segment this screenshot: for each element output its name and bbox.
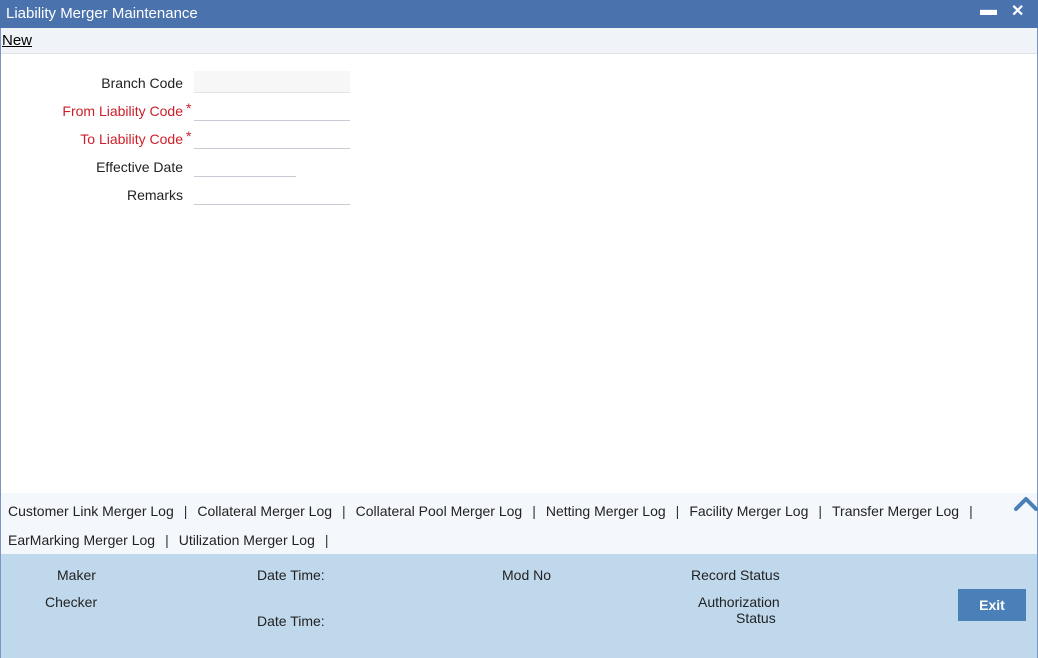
remarks-row: Remarks bbox=[0, 183, 183, 207]
tab-separator: | bbox=[675, 503, 680, 519]
tab-netting-merger-log[interactable]: Netting Merger Log bbox=[546, 503, 666, 519]
branch-code-field[interactable] bbox=[194, 71, 350, 93]
close-icon[interactable]: ✕ bbox=[1011, 1, 1024, 21]
checker-date-time-label: Date Time: bbox=[257, 613, 325, 629]
required-asterisk: * bbox=[186, 100, 192, 116]
branch-code-row: Branch Code bbox=[0, 71, 183, 95]
exit-button[interactable]: Exit bbox=[958, 589, 1026, 621]
tab-earmarking-merger-log[interactable]: EarMarking Merger Log bbox=[8, 532, 155, 548]
remarks-label: Remarks bbox=[126, 187, 183, 203]
tab-transfer-merger-log[interactable]: Transfer Merger Log bbox=[832, 503, 959, 519]
tab-collateral-pool-merger-log[interactable]: Collateral Pool Merger Log bbox=[356, 503, 523, 519]
record-status-label: Record Status bbox=[691, 567, 780, 583]
tab-separator: | bbox=[183, 503, 188, 519]
tab-separator: | bbox=[165, 532, 169, 548]
maker-date-time-label: Date Time: bbox=[257, 567, 325, 583]
tab-separator: | bbox=[818, 503, 822, 519]
mod-no-label: Mod No bbox=[502, 567, 552, 583]
to-liability-code-row: To Liability Code bbox=[0, 127, 183, 151]
to-liability-code-label: To Liability Code bbox=[80, 131, 183, 147]
new-link[interactable]: New bbox=[2, 32, 32, 49]
from-liability-code-field[interactable] bbox=[194, 99, 350, 121]
branch-code-label: Branch Code bbox=[101, 75, 183, 91]
effective-date-label: Effective Date bbox=[96, 159, 183, 175]
tab-separator: | bbox=[969, 503, 973, 519]
from-liability-code-row: From Liability Code bbox=[0, 99, 183, 123]
tab-collateral-merger-log[interactable]: Collateral Merger Log bbox=[197, 503, 332, 519]
minimize-icon[interactable]: ▬ bbox=[980, 0, 997, 20]
tab-customer-link-merger-log[interactable]: Customer Link Merger Log bbox=[8, 503, 174, 519]
tab-separator: | bbox=[324, 532, 329, 548]
tab-row-2: EarMarking Merger Log | Utilization Merger… bbox=[8, 532, 339, 548]
from-liability-code-label: From Liability Code bbox=[62, 103, 183, 119]
remarks-field[interactable] bbox=[194, 183, 350, 205]
toolbar: New bbox=[0, 28, 1038, 54]
effective-date-field[interactable] bbox=[194, 155, 296, 177]
chevron-up-icon[interactable] bbox=[1014, 493, 1038, 513]
required-asterisk: * bbox=[186, 128, 192, 144]
merger-log-tabs: Customer Link Merger Log | Collateral Merg… bbox=[1, 493, 1038, 554]
checker-label: Checker bbox=[45, 594, 98, 610]
window-titlebar: Liability Merger Maintenance ▬ ✕ bbox=[0, 0, 1038, 28]
tab-facility-merger-log[interactable]: Facility Merger Log bbox=[689, 503, 808, 519]
tab-utilization-merger-log[interactable]: Utilization Merger Log bbox=[179, 532, 315, 548]
authorization-status-label-line2: Status bbox=[736, 610, 776, 626]
maker-label: Maker bbox=[57, 567, 96, 583]
window-title: Liability Merger Maintenance bbox=[6, 5, 198, 22]
authorization-status-label: Authorization bbox=[698, 594, 780, 610]
tab-row-1: Customer Link Merger Log | Collateral Merg… bbox=[8, 503, 983, 519]
audit-footer: Maker Checker Date Time: Date Time: Mod … bbox=[1, 554, 1037, 658]
tab-separator: | bbox=[342, 503, 346, 519]
tab-separator: | bbox=[532, 503, 536, 519]
to-liability-code-field[interactable] bbox=[194, 127, 350, 149]
effective-date-row: Effective Date bbox=[0, 155, 183, 179]
